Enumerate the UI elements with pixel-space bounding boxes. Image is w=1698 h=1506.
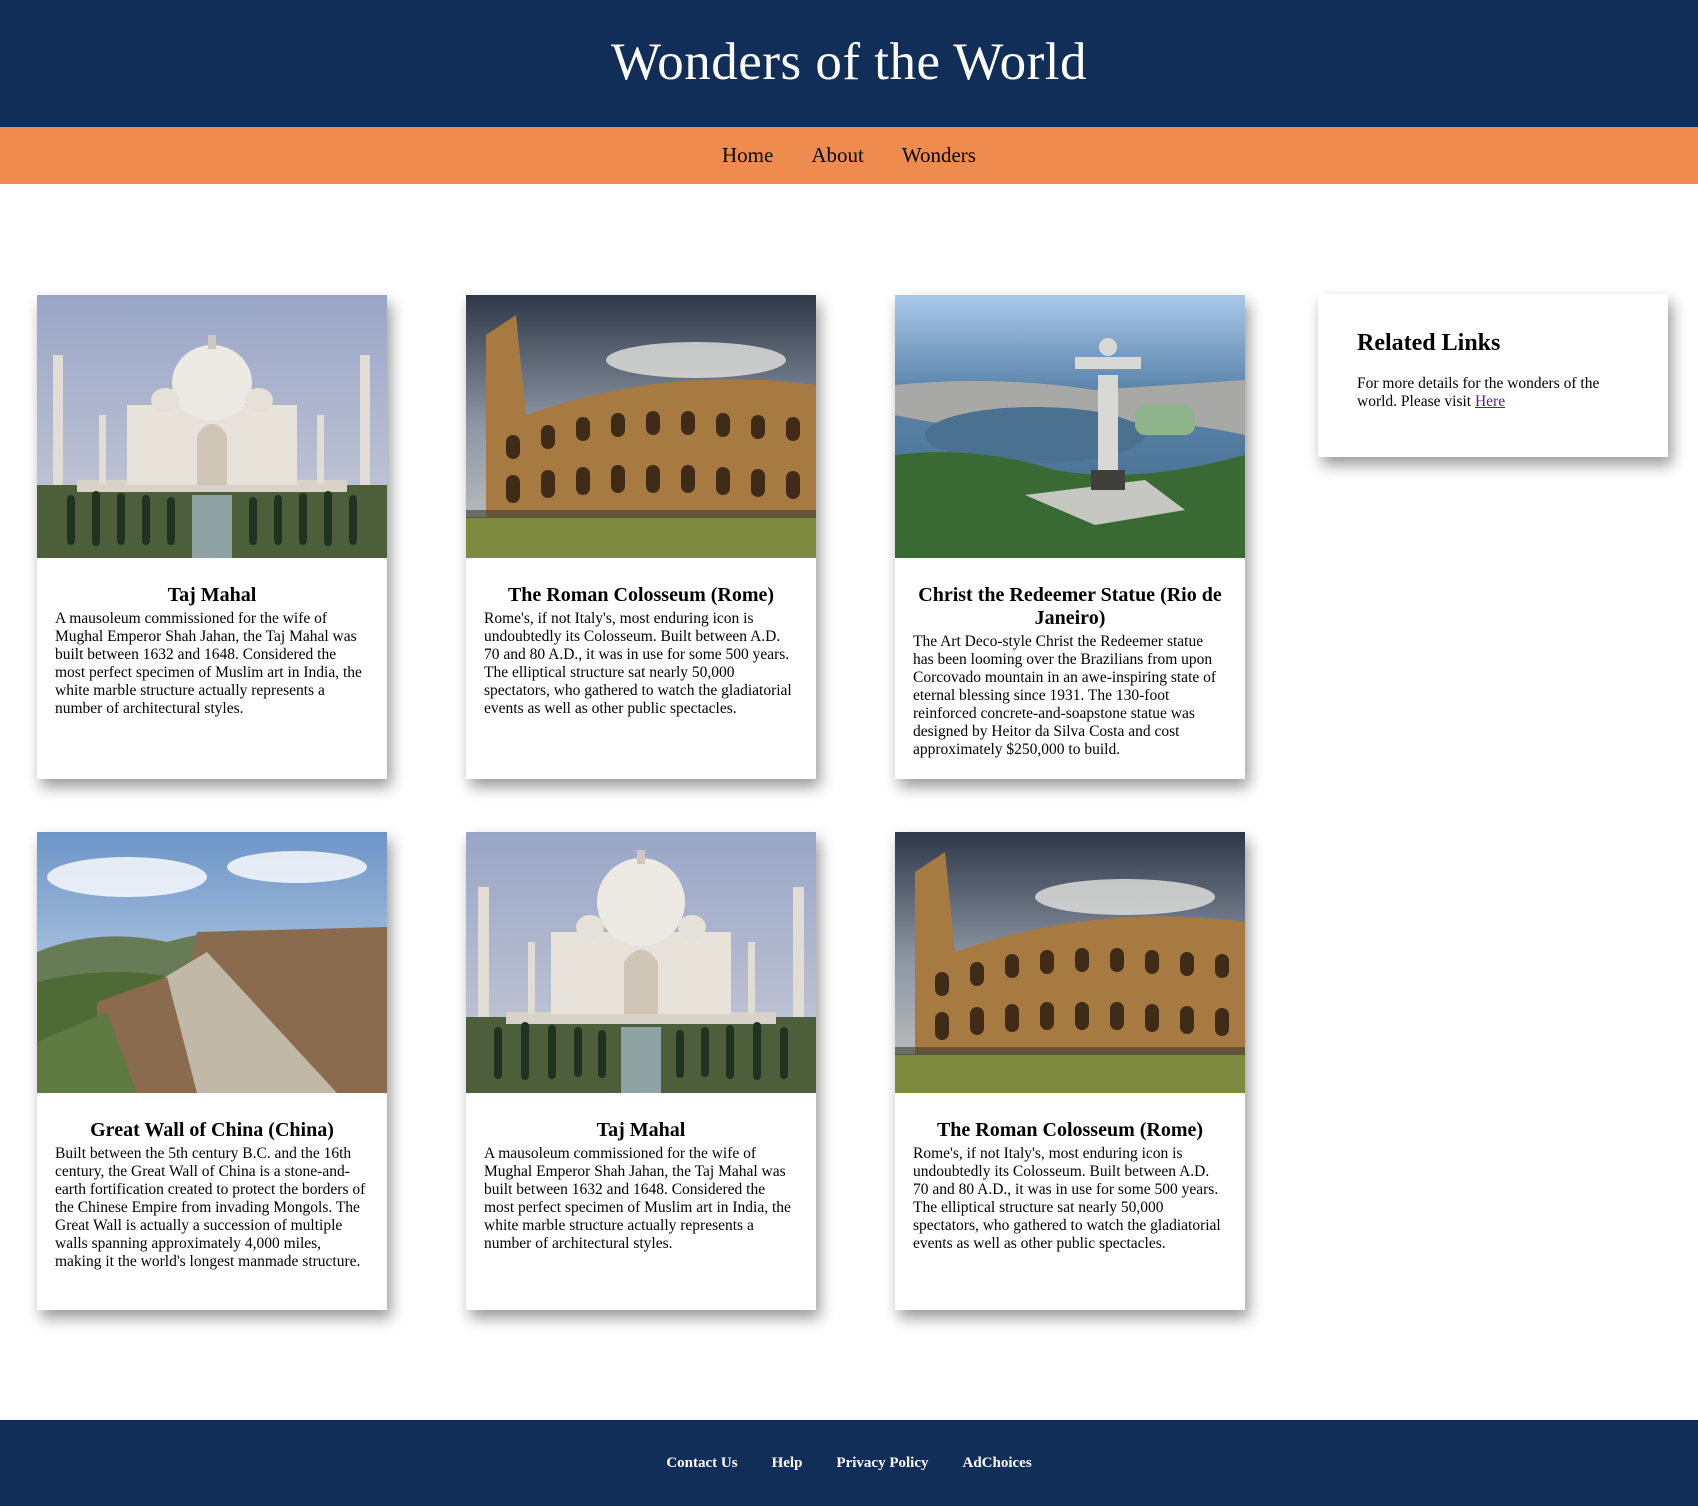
colosseum-image bbox=[466, 295, 816, 558]
related-links-title: Related Links bbox=[1357, 330, 1501, 356]
nav-home[interactable]: Home bbox=[703, 127, 792, 184]
card-title: The Roman Colosseum (Rome) bbox=[507, 584, 775, 606]
card-title: Taj Mahal bbox=[167, 584, 257, 606]
taj-mahal-image bbox=[37, 295, 387, 558]
colosseum-image bbox=[895, 832, 1245, 1093]
card-title: Great Wall of China (China) bbox=[90, 1119, 334, 1141]
card-description: The Art Deco-style Christ the Redeemer s… bbox=[913, 633, 1217, 758]
taj-mahal-image bbox=[466, 832, 816, 1093]
great-wall-image bbox=[37, 832, 387, 1093]
footer-privacy-policy-link[interactable]: Privacy Policy bbox=[819, 1455, 945, 1472]
related-links-panel: Related Links For more details for the w… bbox=[1318, 294, 1668, 457]
wonder-card-christ-redeemer: Christ the Redeemer Statue (Rio de Janei… bbox=[895, 295, 1245, 779]
wonder-card-colosseum: The Roman Colosseum (Rome) Rome's, if no… bbox=[466, 295, 816, 779]
card-description: A mausoleum commissioned for the wife of… bbox=[55, 610, 362, 717]
card-description: Rome's, if not Italy's, most enduring ic… bbox=[913, 1145, 1221, 1252]
nav-wonders[interactable]: Wonders bbox=[883, 127, 995, 184]
wonder-card-taj-mahal-2: Taj Mahal A mausoleum commissioned for t… bbox=[466, 832, 816, 1310]
wonder-card-great-wall: Great Wall of China (China) Built betwee… bbox=[37, 832, 387, 1310]
site-footer: Contact Us Help Privacy Policy AdChoices bbox=[0, 1420, 1698, 1506]
card-title: Christ the Redeemer Statue (Rio de Janei… bbox=[918, 584, 1222, 629]
footer-help-link[interactable]: Help bbox=[755, 1455, 820, 1472]
card-description: Built between the 5th century B.C. and t… bbox=[55, 1145, 366, 1270]
wonder-card-taj-mahal: Taj Mahal A mausoleum commissioned for t… bbox=[37, 295, 387, 779]
christ-redeemer-image bbox=[895, 295, 1245, 558]
footer-adchoices-link[interactable]: AdChoices bbox=[945, 1455, 1048, 1472]
related-links-text: For more details for the wonders of the … bbox=[1357, 375, 1629, 411]
nav-about[interactable]: About bbox=[792, 127, 883, 184]
related-links-here-link[interactable]: Here bbox=[1475, 393, 1505, 410]
card-description: A mausoleum commissioned for the wife of… bbox=[484, 1145, 791, 1252]
main-nav: Home About Wonders bbox=[0, 127, 1698, 184]
site-header: Wonders of the World bbox=[0, 0, 1698, 127]
footer-contact-us-link[interactable]: Contact Us bbox=[649, 1455, 754, 1472]
card-description: Rome's, if not Italy's, most enduring ic… bbox=[484, 610, 792, 717]
page-title: Wonders of the World bbox=[611, 33, 1087, 91]
wonder-card-colosseum-2: The Roman Colosseum (Rome) Rome's, if no… bbox=[895, 832, 1245, 1310]
card-title: Taj Mahal bbox=[596, 1119, 686, 1141]
card-title: The Roman Colosseum (Rome) bbox=[936, 1119, 1204, 1141]
